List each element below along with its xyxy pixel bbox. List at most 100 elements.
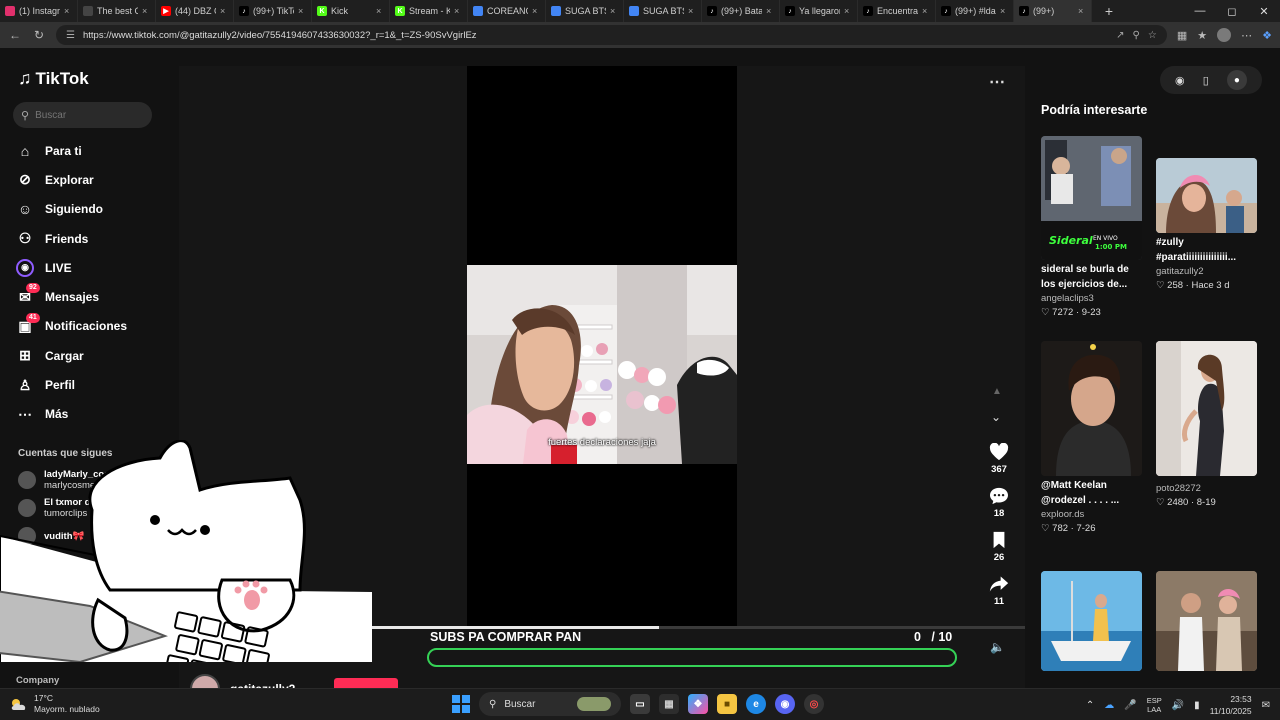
- edge-browser-icon[interactable]: e: [746, 694, 766, 714]
- rec-thumbnail[interactable]: [1041, 341, 1142, 476]
- notification-bell-icon[interactable]: ✉: [1262, 700, 1270, 711]
- browser-tab[interactable]: SUGA BTS ×: [546, 0, 624, 22]
- close-window-icon[interactable]: ✕: [1248, 0, 1280, 22]
- minimize-icon[interactable]: —: [1184, 0, 1216, 22]
- volume-icon[interactable]: 🔈: [990, 640, 1005, 654]
- sidebar-item-notificaciones[interactable]: ▣ 41 Notificaciones: [16, 312, 166, 341]
- browser-tab[interactable]: ♪ (99+) Batal ×: [702, 0, 780, 22]
- search-input[interactable]: [35, 109, 136, 121]
- sidebar-item-explorar[interactable]: ⊘ Explorar: [16, 165, 166, 194]
- sidebar-item-siguiendo[interactable]: ☺ Siguiendo: [16, 195, 166, 224]
- favorites-icon[interactable]: ★: [1197, 29, 1207, 42]
- tab-close-icon[interactable]: ×: [922, 6, 930, 16]
- tab-close-icon[interactable]: ×: [64, 6, 72, 16]
- rec-card[interactable]: [1041, 571, 1142, 671]
- browser-tab[interactable]: K Stream - K ×: [390, 0, 468, 22]
- clock[interactable]: 23:53 11/10/2025: [1210, 693, 1252, 717]
- chevron-up-icon[interactable]: ⌃: [1086, 700, 1094, 711]
- discord-icon[interactable]: ◉: [775, 694, 795, 714]
- copilot-icon[interactable]: ❖: [1262, 29, 1272, 42]
- bookmark-icon[interactable]: [991, 528, 1007, 552]
- company-link[interactable]: Company: [16, 675, 59, 686]
- comment-action[interactable]: 18: [984, 484, 1014, 528]
- rec-author[interactable]: poto28272: [1156, 482, 1257, 496]
- tab-close-icon[interactable]: ×: [142, 6, 150, 16]
- follow-button[interactable]: [334, 678, 398, 688]
- user-avatar-icon[interactable]: ●: [1226, 70, 1247, 90]
- url-field[interactable]: ☰ https://www.tiktok.com/@gatitazully2/v…: [56, 25, 1167, 45]
- tab-close-icon[interactable]: ×: [532, 6, 540, 16]
- browser-tab[interactable]: ♪ (99+) #lda ×: [936, 0, 1014, 22]
- weather-widget[interactable]: 17°C Mayorm. nublado: [10, 693, 100, 715]
- sidebar-item-cargar[interactable]: ⊞ Cargar: [16, 341, 166, 370]
- rec-author[interactable]: exploor.ds: [1041, 508, 1142, 522]
- reload-icon[interactable]: ↻: [32, 28, 46, 42]
- rec-thumbnail[interactable]: [1041, 571, 1142, 671]
- rec-card[interactable]: Sideral EN VIVO 1:00 PM sideral se burla…: [1041, 136, 1142, 320]
- rec-thumbnail[interactable]: [1156, 158, 1257, 233]
- browser-tab[interactable]: ♪ Encuentra ×: [858, 0, 936, 22]
- battery-icon[interactable]: ▮: [1194, 700, 1200, 711]
- tab-close-icon[interactable]: ×: [1000, 6, 1008, 16]
- browser-tab[interactable]: ♪ (99+) TikTo ×: [234, 0, 312, 22]
- next-video-icon[interactable]: ⌄: [991, 410, 1001, 424]
- menu-dots-icon[interactable]: ⋯: [1241, 29, 1252, 42]
- share-arrow-icon[interactable]: [989, 572, 1009, 596]
- tab-close-icon[interactable]: ×: [454, 6, 462, 16]
- comment-icon[interactable]: [989, 484, 1009, 508]
- sidebar-item-friends[interactable]: ⚇ Friends: [16, 224, 166, 253]
- microphone-icon[interactable]: 🎤: [1124, 700, 1136, 711]
- rec-card[interactable]: @Matt Keelan @rodezel . . . . ... exploo…: [1041, 341, 1142, 536]
- sidebar-item-mensajes[interactable]: ✉ 92 Mensajes: [16, 282, 166, 311]
- copilot-app-icon[interactable]: ❖: [688, 694, 708, 714]
- tab-close-icon[interactable]: ×: [610, 6, 618, 16]
- rec-thumbnail[interactable]: [1156, 571, 1257, 671]
- profile-avatar-icon[interactable]: [1217, 28, 1232, 42]
- rec-author[interactable]: angelaclips3: [1041, 292, 1142, 306]
- browser-tab[interactable]: ▶ (44) DBZ C ×: [156, 0, 234, 22]
- tab-close-icon[interactable]: ×: [298, 6, 306, 16]
- star-bookmark-icon[interactable]: ☆: [1148, 30, 1157, 41]
- browser-tab[interactable]: K Kick ×: [312, 0, 390, 22]
- heart-icon[interactable]: [989, 440, 1009, 464]
- rec-card[interactable]: #zully #paratiiiiiiiiiiiiiii... gatitazu…: [1156, 158, 1257, 293]
- tab-close-icon[interactable]: ×: [220, 6, 228, 16]
- windows-start-icon[interactable]: [452, 695, 470, 713]
- rec-card[interactable]: poto28272 ♡ 2480 · 8-19: [1156, 341, 1257, 510]
- share-action[interactable]: 11: [984, 572, 1014, 616]
- tab-close-icon[interactable]: ×: [1078, 6, 1086, 16]
- browser-tab[interactable]: (1) Instagram ×: [0, 0, 78, 22]
- sidebar-item-perfil[interactable]: ♙ Perfil: [16, 370, 166, 399]
- previous-video-icon[interactable]: ▲: [992, 386, 1002, 397]
- browser-tab[interactable]: COREANO ×: [468, 0, 546, 22]
- taskbar-search[interactable]: ⚲ Buscar: [479, 692, 621, 716]
- onedrive-icon[interactable]: ☁: [1104, 700, 1114, 711]
- sidebar-item-más[interactable]: ⋯ Más: [16, 400, 166, 429]
- sidebar-item-para-ti[interactable]: ⌂ Para ti: [16, 136, 166, 165]
- maximize-icon[interactable]: ◻: [1216, 0, 1248, 22]
- tab-close-icon[interactable]: ×: [688, 6, 696, 16]
- tab-close-icon[interactable]: ×: [844, 6, 852, 16]
- device-icon[interactable]: ▯: [1203, 74, 1209, 87]
- open-in-app-icon[interactable]: ↗: [1116, 30, 1124, 41]
- site-info-icon[interactable]: ☰: [66, 30, 75, 41]
- browser-tab[interactable]: SUGA BTS ×: [624, 0, 702, 22]
- rec-thumbnail[interactable]: Sideral EN VIVO 1:00 PM: [1041, 136, 1142, 260]
- new-tab-button[interactable]: +: [1098, 3, 1120, 19]
- rec-author[interactable]: gatitazully2: [1156, 265, 1257, 279]
- save-action[interactable]: 26: [984, 528, 1014, 572]
- rec-thumbnail[interactable]: [1156, 341, 1257, 476]
- browser-tab[interactable]: ♪ Ya llegaron ×: [780, 0, 858, 22]
- author-avatar[interactable]: [190, 674, 220, 688]
- like-action[interactable]: 367: [984, 440, 1014, 484]
- browser-tab[interactable]: ♪ (99+) ×: [1014, 0, 1092, 22]
- task-view-icon[interactable]: ▭: [630, 694, 650, 714]
- more-options-icon[interactable]: ⋯: [989, 72, 1005, 92]
- store-icon[interactable]: ▦: [659, 694, 679, 714]
- tiktok-logo[interactable]: ♫ TikTok: [18, 68, 89, 89]
- file-explorer-icon[interactable]: ■: [717, 694, 737, 714]
- video-progress-bar[interactable]: [372, 626, 1025, 629]
- extension-icon[interactable]: ▦: [1177, 29, 1187, 42]
- speaker-icon[interactable]: 🔊: [1172, 700, 1184, 711]
- coins-icon[interactable]: ◉: [1175, 74, 1185, 87]
